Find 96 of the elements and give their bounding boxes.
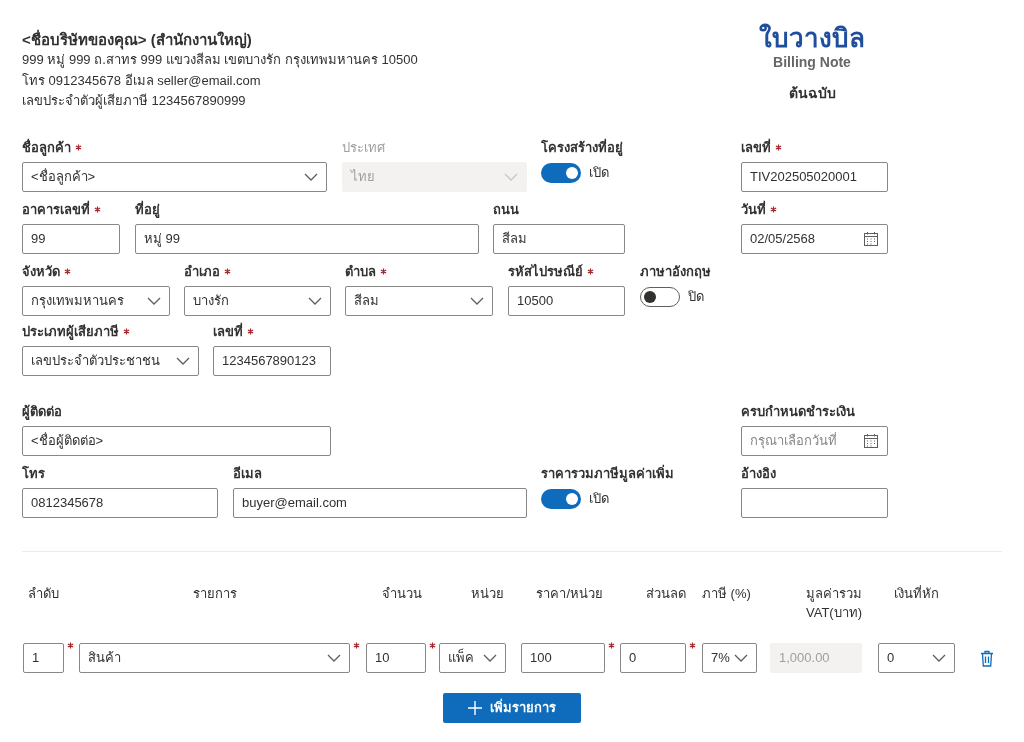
field-label: ประเภทผู้เสียภาษี bbox=[22, 323, 119, 342]
field-label: โทร bbox=[22, 465, 45, 483]
field-label: เลขที่ bbox=[741, 138, 771, 157]
required-mark-icon bbox=[247, 328, 254, 335]
column-header: รายการ bbox=[191, 585, 238, 603]
toggle-switch[interactable] bbox=[541, 163, 581, 183]
column-header: ภาษี (%) bbox=[702, 585, 752, 603]
plus-icon bbox=[468, 701, 482, 715]
document-title: ใบวางบิล bbox=[759, 22, 865, 54]
input-field[interactable]: 1234567890123 bbox=[213, 346, 331, 376]
required-mark-icon bbox=[224, 268, 231, 275]
input-field: 1,000.00 bbox=[770, 643, 862, 673]
column-header: มูลค่ารวม VAT(บาท) bbox=[805, 585, 862, 622]
input-field[interactable]: 0 bbox=[620, 643, 686, 673]
input-field[interactable]: 99 bbox=[22, 224, 120, 254]
required-mark-icon bbox=[64, 268, 71, 275]
date-field[interactable]: 02/05/2568 bbox=[741, 224, 888, 254]
field-label: ภาษาอังกฤษ bbox=[640, 263, 711, 281]
chevron-down-icon bbox=[734, 654, 748, 662]
chevron-down-icon bbox=[504, 173, 518, 181]
input-field[interactable]: 0812345678 bbox=[22, 488, 218, 518]
field-label: ผู้ติดต่อ bbox=[22, 403, 62, 422]
date-field[interactable]: กรุณาเลือกวันที่ bbox=[741, 426, 888, 456]
delete-button[interactable] bbox=[978, 648, 996, 668]
field-label: อีเมล bbox=[233, 465, 262, 483]
chevron-down-icon bbox=[327, 654, 341, 662]
column-header: ราคา/หน่วย bbox=[535, 585, 604, 603]
dropdown[interactable]: เลขประจำตัวประชาชน bbox=[22, 346, 199, 376]
input-field[interactable]: หมู่ 99 bbox=[135, 224, 479, 254]
company-detail: เลขประจำตัวผู้เสียภาษี 1234567890999 bbox=[22, 92, 247, 111]
calendar-icon bbox=[863, 231, 879, 247]
required-mark-icon bbox=[94, 206, 101, 213]
field-label: รหัสไปรษณีย์ bbox=[508, 263, 583, 281]
chevron-down-icon bbox=[176, 357, 190, 365]
dropdown[interactable]: 0 bbox=[878, 643, 955, 673]
trash-icon bbox=[980, 649, 994, 667]
dropdown[interactable]: แพ็ค bbox=[439, 643, 506, 673]
input-field[interactable]: <ชื่อผู้ติดต่อ> bbox=[22, 426, 331, 456]
field-label: อ้างอิง bbox=[741, 465, 776, 483]
company-name: <ชื่อบริษัทของคุณ> (สำนักงานใหญ่) bbox=[22, 30, 253, 50]
copy-label: ต้นฉบับ bbox=[788, 84, 836, 102]
field-label: โครงสร้างที่อยู่ bbox=[541, 138, 623, 158]
toggle-state-label: เปิด bbox=[589, 164, 609, 183]
input-field[interactable]: 100 bbox=[521, 643, 605, 673]
company-detail: 999 หมู่ 999 ถ.สาทร 999 แขวงสีลม เขตบางรัก กรุงเทพมหานคร 10500 bbox=[22, 51, 419, 70]
dropdown[interactable]: สีลม bbox=[345, 286, 493, 316]
column-header: ลำดับ bbox=[27, 585, 60, 603]
input-field[interactable]: TIV202505020001 bbox=[741, 162, 888, 192]
add-item-button[interactable]: เพิ่มรายการ bbox=[443, 693, 581, 723]
dropdown[interactable]: สินค้า bbox=[79, 643, 350, 673]
chevron-down-icon bbox=[470, 297, 484, 305]
input-field[interactable]: 1 bbox=[23, 643, 64, 673]
chevron-down-icon bbox=[304, 173, 318, 181]
column-header: ส่วนลด bbox=[645, 585, 686, 603]
field-label: จังหวัด bbox=[22, 263, 60, 281]
dropdown: ไทย bbox=[342, 162, 527, 192]
input-field[interactable]: 10 bbox=[366, 643, 426, 673]
input-field[interactable] bbox=[741, 488, 888, 518]
field-label: ที่อยู่ bbox=[135, 200, 160, 220]
input-field[interactable]: buyer@email.com bbox=[233, 488, 527, 518]
toggle-state-label: ปิด bbox=[688, 288, 704, 307]
required-mark-icon bbox=[75, 144, 82, 151]
chevron-down-icon bbox=[147, 297, 161, 305]
required-mark-icon bbox=[775, 144, 782, 151]
column-header: เงินที่หัก bbox=[893, 584, 940, 603]
field-label: อำเภอ bbox=[184, 263, 220, 281]
chevron-down-icon bbox=[308, 297, 322, 305]
required-mark-icon bbox=[380, 268, 387, 275]
document-subtitle: Billing Note bbox=[773, 54, 851, 70]
calendar-icon bbox=[863, 433, 879, 449]
toggle-switch[interactable] bbox=[541, 489, 581, 509]
field-label: อาคารเลขที่ bbox=[22, 200, 90, 219]
toggle-switch[interactable] bbox=[640, 287, 680, 307]
required-mark-icon bbox=[770, 206, 777, 213]
input-field[interactable]: 10500 bbox=[508, 286, 625, 316]
field-label: ประเทศ bbox=[342, 139, 385, 157]
toggle-state-label: เปิด bbox=[589, 490, 609, 509]
column-header: จำนวน bbox=[381, 585, 423, 603]
required-mark-icon bbox=[587, 268, 594, 275]
required-mark-icon bbox=[123, 328, 130, 335]
dropdown[interactable]: 7% bbox=[702, 643, 757, 673]
chevron-down-icon bbox=[932, 654, 946, 662]
dropdown[interactable]: กรุงเทพมหานคร bbox=[22, 286, 170, 316]
field-label: เลขที่ bbox=[213, 322, 243, 341]
field-label: ถนน bbox=[493, 201, 519, 219]
input-field[interactable]: สีลม bbox=[493, 224, 625, 254]
field-label: ครบกำหนดชำระเงิน bbox=[741, 403, 855, 421]
field-label: ราคารวมภาษีมูลค่าเพิ่ม bbox=[541, 464, 674, 484]
dropdown[interactable]: บางรัก bbox=[184, 286, 331, 316]
chevron-down-icon bbox=[483, 654, 497, 662]
column-header: หน่วย bbox=[470, 585, 505, 603]
field-label: วันที่ bbox=[741, 200, 766, 219]
dropdown[interactable]: <ชื่อลูกค้า> bbox=[22, 162, 327, 192]
field-label: ตำบล bbox=[345, 263, 376, 281]
company-detail: โทร 0912345678 อีเมล seller@email.com bbox=[22, 71, 262, 90]
field-label: ชื่อลูกค้า bbox=[22, 138, 71, 158]
